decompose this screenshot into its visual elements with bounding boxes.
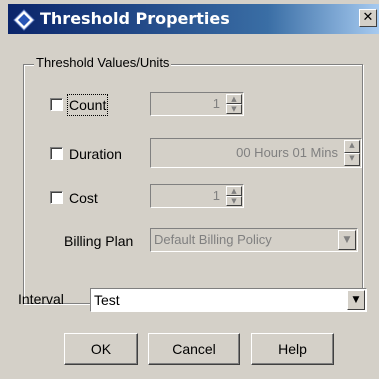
dialog-body: Threshold Values/Units Count 1 ▲ ▼ Durat… bbox=[8, 34, 379, 379]
billing-plan-dropdown-button[interactable]: ▼ bbox=[338, 230, 356, 250]
cost-up-button[interactable]: ▲ bbox=[226, 186, 242, 196]
up-arrow-icon: ▲ bbox=[349, 141, 355, 149]
duration-up-button[interactable]: ▲ bbox=[344, 140, 360, 153]
help-button[interactable]: Help bbox=[251, 333, 334, 365]
cost-spinner[interactable]: 1 ▲ ▼ bbox=[150, 184, 244, 208]
interval-label: Interval bbox=[18, 291, 64, 307]
title-bar[interactable]: Threshold Properties ✕ bbox=[8, 4, 379, 34]
count-down-button[interactable]: ▼ bbox=[226, 104, 242, 114]
ok-button[interactable]: OK bbox=[64, 333, 138, 365]
duration-spin-buttons: ▲ ▼ bbox=[344, 140, 360, 166]
interval-dropdown[interactable]: Test ▼ bbox=[90, 288, 367, 312]
duration-down-button[interactable]: ▼ bbox=[344, 153, 360, 166]
cost-value: 1 bbox=[212, 188, 220, 203]
close-icon: ✕ bbox=[362, 10, 374, 25]
up-arrow-icon: ▲ bbox=[231, 187, 237, 195]
cancel-button[interactable]: Cancel bbox=[148, 333, 240, 365]
count-label: Count bbox=[66, 94, 109, 116]
close-button[interactable]: ✕ bbox=[359, 9, 377, 27]
down-arrow-icon: ▼ bbox=[349, 154, 355, 162]
cost-spin-buttons: ▲ ▼ bbox=[226, 186, 242, 206]
down-arrow-icon: ▼ bbox=[231, 105, 237, 113]
chevron-down-icon: ▼ bbox=[352, 295, 360, 305]
interval-value: Test bbox=[94, 292, 120, 308]
cost-down-button[interactable]: ▼ bbox=[226, 196, 242, 206]
duration-checkbox[interactable] bbox=[50, 147, 63, 160]
count-value: 1 bbox=[212, 96, 220, 111]
cost-label: Cost bbox=[69, 190, 98, 206]
chevron-down-icon: ▼ bbox=[343, 235, 351, 245]
cost-checkbox[interactable] bbox=[50, 191, 63, 204]
count-checkbox[interactable] bbox=[50, 98, 63, 111]
down-arrow-icon: ▼ bbox=[231, 197, 237, 205]
duration-label: Duration bbox=[69, 146, 122, 162]
count-spin-buttons: ▲ ▼ bbox=[226, 94, 242, 114]
billing-plan-label: Billing Plan bbox=[64, 233, 134, 249]
interval-dropdown-button[interactable]: ▼ bbox=[347, 290, 365, 310]
up-arrow-icon: ▲ bbox=[231, 95, 237, 103]
threshold-properties-dialog: Threshold Properties ✕ Threshold Values/… bbox=[0, 0, 379, 379]
billing-plan-value: Default Billing Policy bbox=[154, 232, 272, 247]
count-up-button[interactable]: ▲ bbox=[226, 94, 242, 104]
duration-spinner[interactable]: 00 Hours 01 Mins ▲ ▼ bbox=[150, 138, 362, 168]
billing-plan-dropdown[interactable]: Default Billing Policy ▼ bbox=[150, 228, 358, 252]
duration-value: 00 Hours 01 Mins bbox=[236, 145, 338, 160]
app-icon bbox=[13, 9, 35, 31]
count-spinner[interactable]: 1 ▲ ▼ bbox=[150, 92, 244, 116]
window-title: Threshold Properties bbox=[40, 9, 230, 28]
group-label: Threshold Values/Units bbox=[34, 54, 172, 72]
